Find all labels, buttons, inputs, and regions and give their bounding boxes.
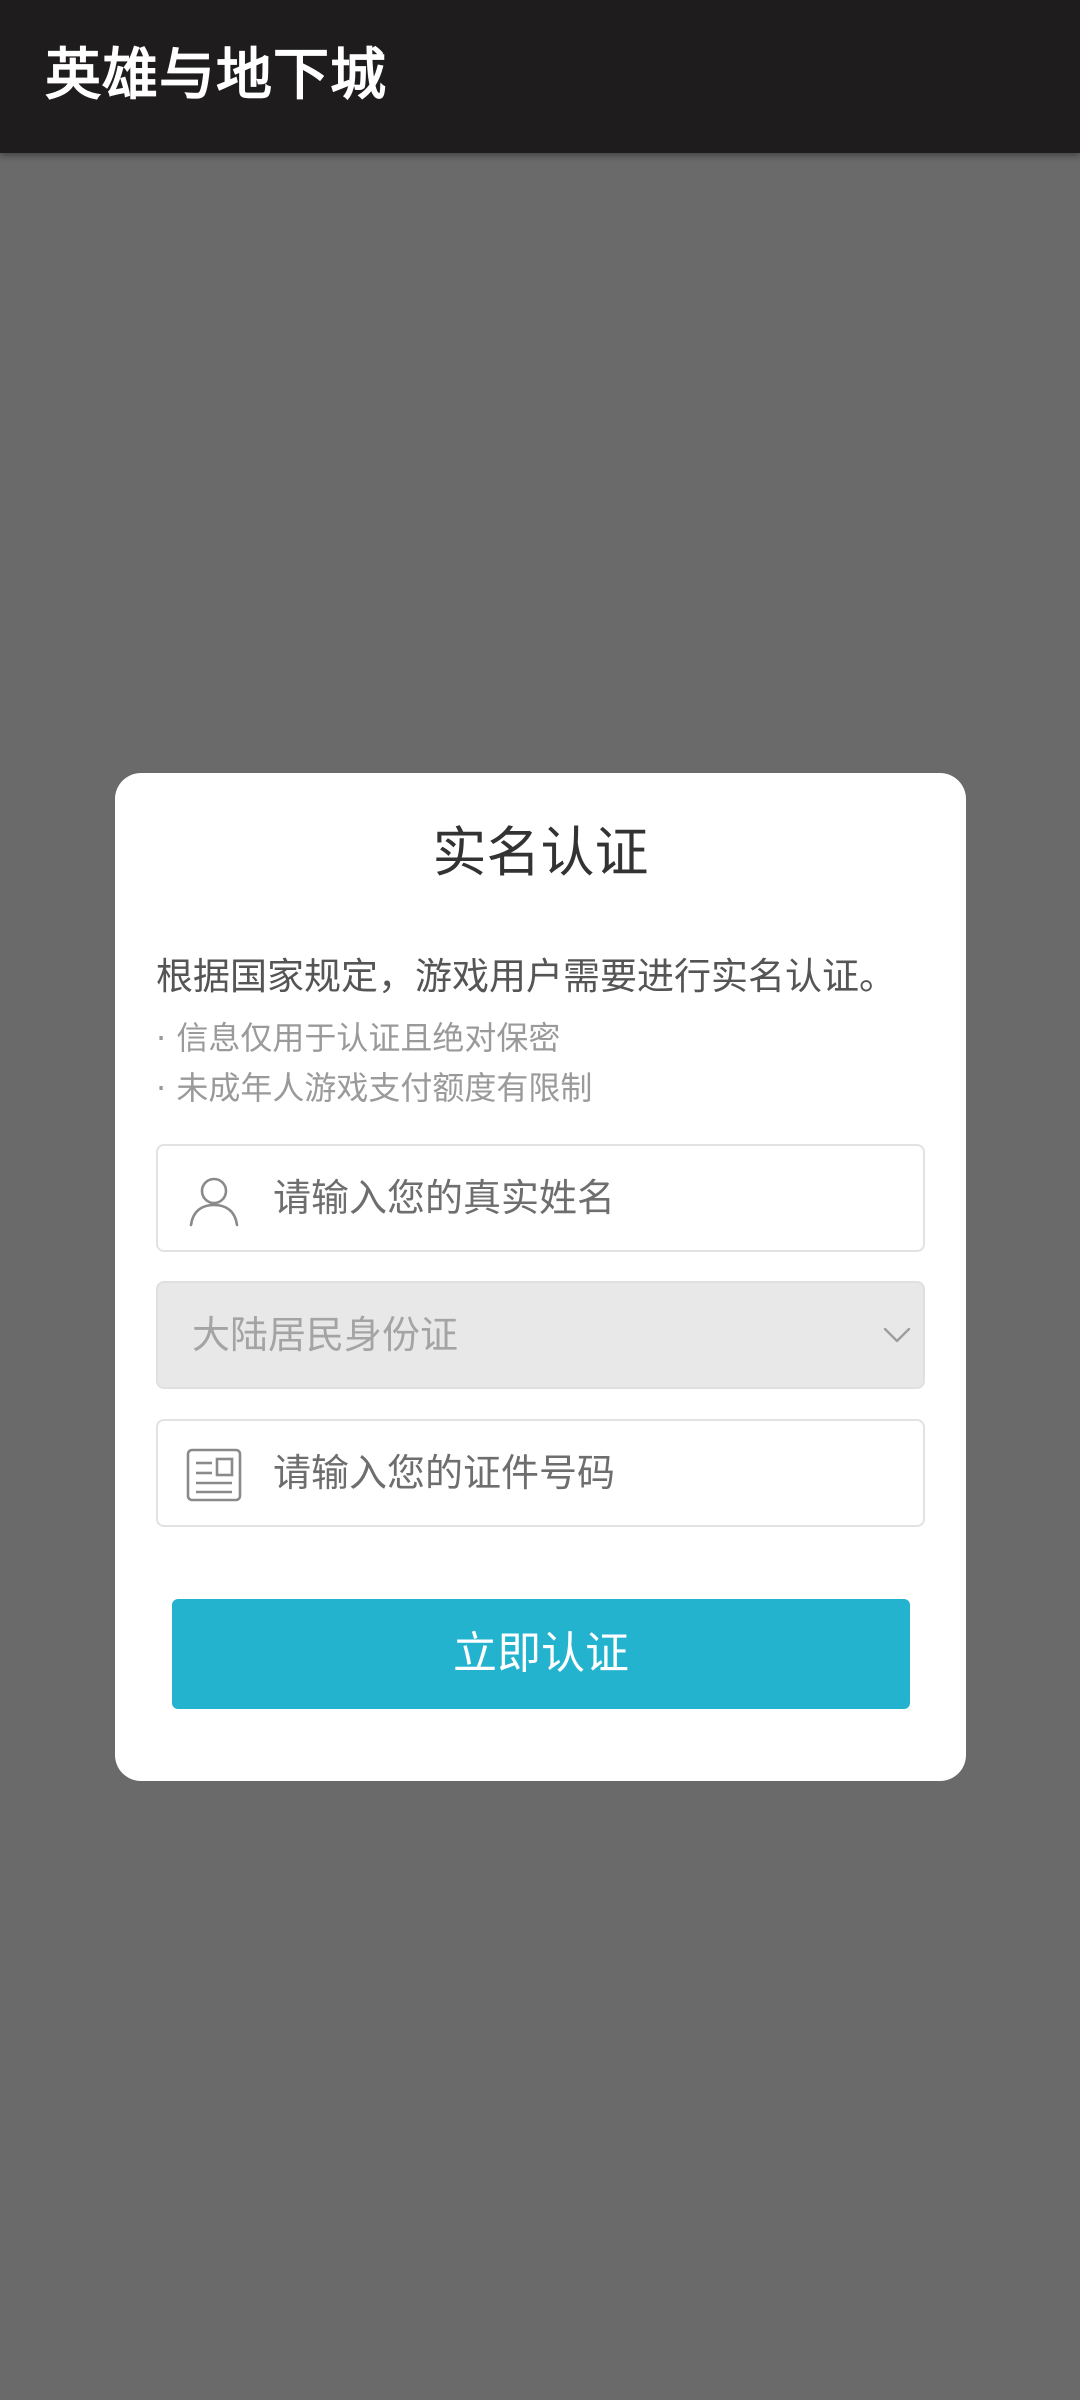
id-type-value: 大陆居民身份证 — [192, 1313, 459, 1357]
real-name-auth-dialog: 实名认证 根据国家规定，游戏用户需要进行实名认证。 · 信息仅用于认证且绝对保密… — [115, 773, 966, 1781]
chevron-down-icon[interactable] — [881, 1319, 913, 1351]
notice-bullet-minor-limit: · 未成年人游戏支付额度有限制 — [156, 1069, 593, 1107]
notice-text: 根据国家规定，游戏用户需要进行实名认证。 — [156, 955, 896, 998]
id-number-field[interactable] — [156, 1419, 925, 1527]
notice-bullet-privacy: · 信息仅用于认证且绝对保密 — [156, 1019, 561, 1057]
id-card-icon — [186, 1448, 242, 1502]
app-bar: 英雄与地下城 — [0, 0, 1080, 153]
real-name-input[interactable] — [273, 1146, 903, 1250]
id-number-input[interactable] — [273, 1421, 903, 1525]
id-type-select[interactable]: 大陆居民身份证 — [156, 1281, 925, 1389]
real-name-field[interactable] — [156, 1144, 925, 1252]
dialog-title: 实名认证 — [432, 821, 649, 884]
person-icon — [189, 1177, 239, 1227]
app-title: 英雄与地下城 — [45, 43, 387, 108]
verify-now-button[interactable]: 立即认证 — [172, 1599, 910, 1709]
